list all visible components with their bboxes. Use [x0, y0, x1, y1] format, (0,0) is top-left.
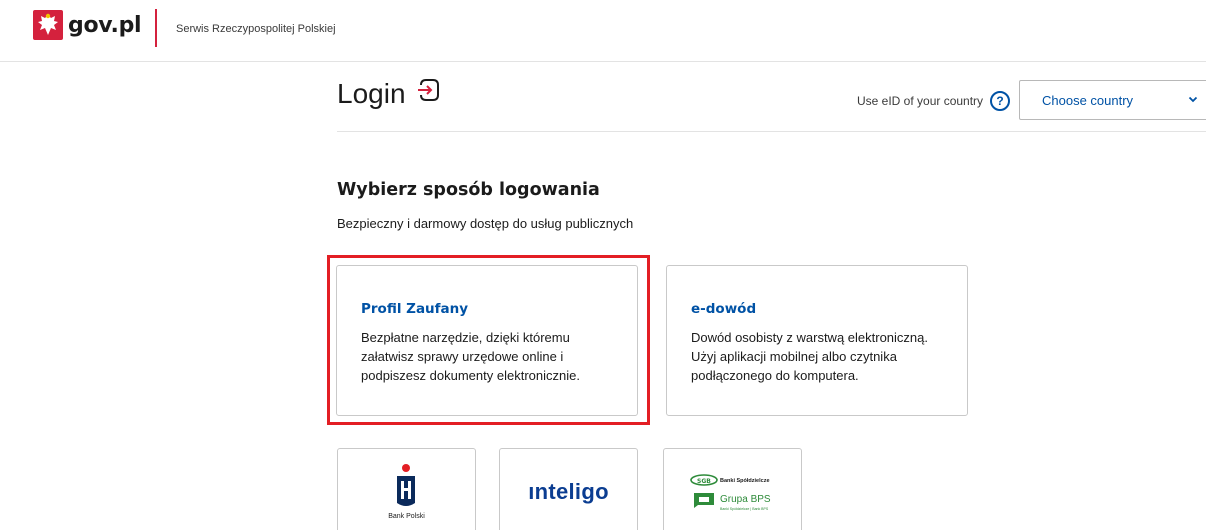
heading-divider [337, 131, 1206, 132]
inteligo-logo-text: ınteligo [528, 479, 609, 504]
poland-eagle-emblem-icon [33, 10, 63, 40]
login-arrow-icon [416, 77, 442, 110]
pko-caption: Bank Polski [388, 513, 425, 520]
bank-tile-bps[interactable]: SGB Banki Spółdzielcze Grupa BPS Banki S… [663, 448, 802, 530]
country-select-value: Choose country [1042, 93, 1134, 108]
card-description: Bezpłatne narzędzie, dzięki któremu zała… [361, 330, 580, 383]
bps-group-text: Grupa BPS [720, 494, 771, 505]
e-dowod-card[interactable]: e-dowód Dowód osobisty z warstwą elektro… [666, 265, 968, 416]
help-circle-icon[interactable]: ? [990, 91, 1010, 111]
login-title-text: Login [337, 77, 406, 109]
card-description: Dowód osobisty z warstwą elektroniczną. … [691, 330, 928, 383]
bank-tile-pko[interactable]: Bank Polski [337, 448, 476, 530]
section-subtitle: Bezpieczny i darmowy dostęp do usług pub… [337, 216, 634, 231]
govpl-home-link[interactable]: gov.pl [33, 10, 142, 40]
bps-sub-text: Banki Spółdzielcze | Bank BPS [720, 507, 769, 511]
bank-tile-inteligo[interactable]: ınteligo [499, 448, 638, 530]
header-divider [155, 9, 157, 47]
svg-text:SGB: SGB [697, 478, 711, 485]
service-name: Serwis Rzeczypospolitej Polskiej [176, 23, 336, 35]
eid-label: Use eID of your country [857, 94, 984, 108]
govpl-logo-text: gov.pl [68, 12, 142, 38]
chevron-down-icon [1188, 93, 1198, 107]
pko-logo-icon [393, 463, 419, 516]
bps-top-text: Banki Spółdzielcze [720, 478, 770, 484]
page-title: Login [337, 77, 442, 110]
sgb-logo-icon: SGB [690, 473, 718, 514]
section-title: Wybierz sposób logowania [337, 180, 600, 200]
profil-zaufany-card[interactable]: Profil Zaufany Bezpłatne narzędzie, dzię… [336, 265, 638, 416]
card-title: e-dowód [691, 301, 757, 317]
country-select[interactable]: Choose country [1019, 80, 1206, 120]
site-header: gov.pl Serwis Rzeczypospolitej Polskiej [0, 0, 1206, 62]
card-title: Profil Zaufany [361, 301, 469, 317]
